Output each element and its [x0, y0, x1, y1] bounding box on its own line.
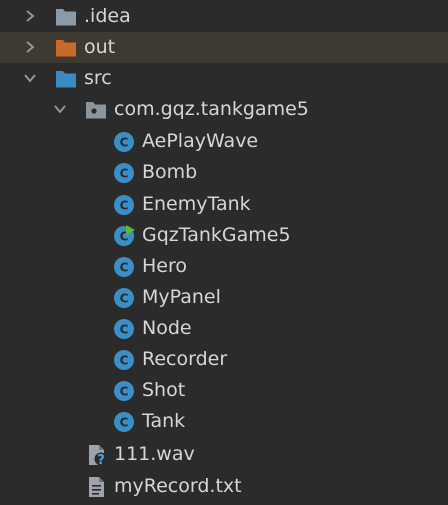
svg-text:C: C [120, 354, 129, 368]
class-icon: C [114, 288, 134, 308]
svg-text:C: C [120, 136, 129, 150]
text-file-icon [89, 477, 104, 497]
chevron-right-icon[interactable] [22, 8, 38, 24]
tree-node-label: out [84, 36, 116, 58]
tree-node-class[interactable]: C Tank [0, 406, 448, 437]
tree-node-class[interactable]: C Node [0, 313, 448, 344]
tree-node-src[interactable]: src [0, 63, 448, 94]
tree-node-label: MyPanel [142, 286, 221, 308]
chevron-down-icon[interactable] [22, 70, 38, 86]
class-icon: C [114, 319, 134, 339]
svg-text:C: C [120, 292, 129, 306]
tree-node-class[interactable]: C Bomb [0, 157, 448, 188]
folder-icon [56, 40, 76, 57]
tree-node-class[interactable]: C Shot [0, 375, 448, 406]
tree-node-label: EnemyTank [142, 193, 251, 215]
tree-node-class[interactable]: C EnemyTank [0, 189, 448, 220]
svg-text:C: C [120, 416, 129, 430]
class-icon: C [114, 163, 134, 183]
tree-node-class[interactable]: C Hero [0, 251, 448, 282]
main-class-icon: C [114, 225, 135, 246]
svg-text:C: C [120, 385, 129, 399]
project-tree: .idea out src com.gqz.tankgame5 C AePlay… [0, 0, 448, 505]
tree-node-file[interactable]: myRecord.txt [0, 471, 448, 502]
tree-node-file[interactable]: ? 111.wav [0, 439, 448, 470]
folder-icon [56, 9, 76, 26]
tree-node-label: myRecord.txt [114, 475, 242, 497]
class-icon: C [114, 257, 134, 277]
unknown-file-icon: ? [89, 445, 108, 466]
class-icon: C [114, 412, 134, 432]
tree-node-idea[interactable]: .idea [0, 1, 448, 32]
svg-text:C: C [120, 199, 129, 213]
tree-node-class[interactable]: C MyPanel [0, 282, 448, 313]
tree-node-class[interactable]: C AePlayWave [0, 126, 448, 157]
folder-icon [56, 71, 76, 88]
chevron-down-icon[interactable] [52, 101, 68, 117]
tree-node-label: Node [142, 317, 192, 339]
tree-node-class[interactable]: C Recorder [0, 344, 448, 375]
class-icon: C [114, 195, 134, 215]
class-icon: C [114, 132, 134, 152]
tree-node-label: .idea [84, 5, 131, 27]
tree-node-label: 111.wav [114, 443, 195, 465]
tree-node-label: Bomb [142, 161, 198, 183]
class-icon: C [114, 381, 134, 401]
package-icon [86, 102, 106, 119]
tree-node-label: Hero [142, 255, 187, 277]
svg-text:?: ? [97, 453, 105, 466]
tree-node-package[interactable]: com.gqz.tankgame5 [0, 94, 448, 125]
tree-node-label: com.gqz.tankgame5 [114, 98, 309, 120]
tree-node-label: Shot [142, 379, 186, 401]
svg-text:C: C [120, 323, 129, 337]
tree-node-label: Recorder [142, 348, 228, 370]
tree-node-label: AePlayWave [142, 130, 259, 152]
class-icon: C [114, 350, 134, 370]
tree-node-label: src [84, 67, 112, 89]
tree-node-label: Tank [142, 410, 186, 432]
svg-text:C: C [120, 167, 129, 181]
chevron-right-icon[interactable] [22, 39, 38, 55]
tree-node-class[interactable]: C GqzTankGame5 [0, 220, 448, 251]
svg-text:C: C [120, 261, 129, 275]
tree-node-out[interactable]: out [0, 32, 448, 63]
tree-node-label: GqzTankGame5 [142, 224, 291, 246]
